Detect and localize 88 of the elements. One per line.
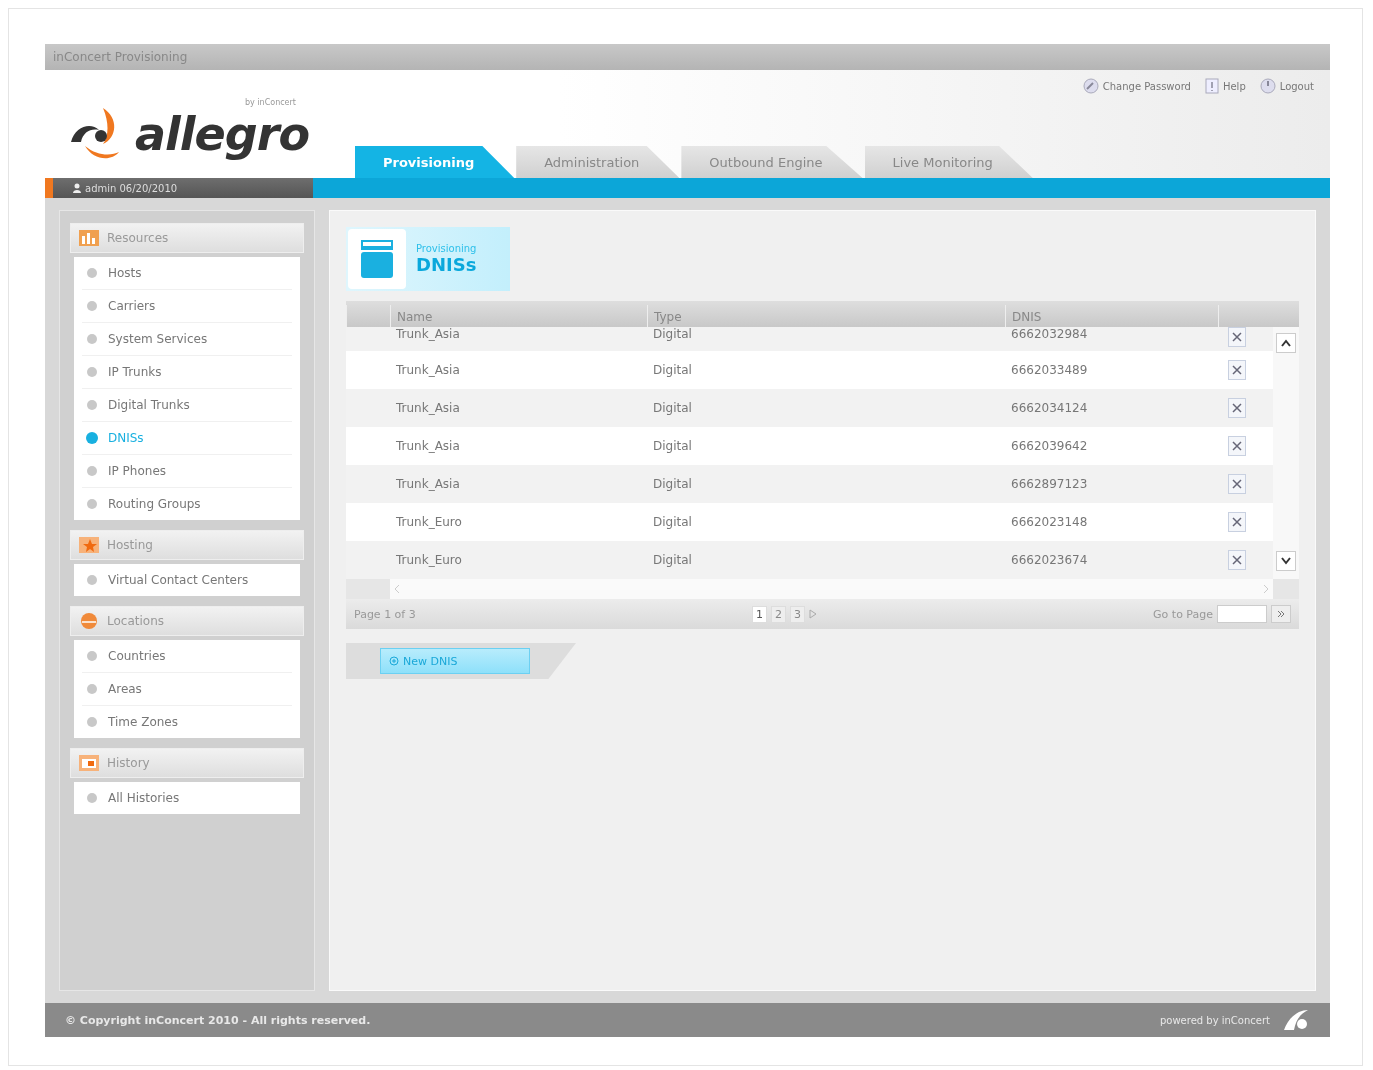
tab[interactable]: Outbound Engine: [681, 146, 863, 178]
scroll-down-button[interactable]: [1276, 551, 1296, 571]
close-icon: [1232, 479, 1242, 489]
scroll-up-button[interactable]: [1276, 333, 1296, 353]
table-cell-text: Digital: [652, 327, 693, 341]
plus-circle-icon: [389, 656, 399, 666]
copyright-text: © Copyright inConcert 2010 - All rights reserved.: [65, 1013, 371, 1027]
close-icon: [1232, 403, 1242, 413]
bar-chart-icon: [79, 230, 99, 246]
table-cell-text: Digital: [652, 515, 693, 529]
arrow-right-icon: [1277, 610, 1285, 618]
header-link[interactable]: Change Password: [1082, 78, 1191, 94]
section-label: Provisioning: [416, 243, 477, 254]
sidebar-group-title: Locations: [107, 614, 164, 628]
table-cell-text: 6662023674: [1010, 553, 1089, 567]
logo-byline: by inConcert: [245, 98, 296, 107]
close-icon: [1232, 441, 1242, 451]
sidebar-item[interactable]: Routing Groups: [82, 488, 292, 520]
close-icon: [1232, 555, 1242, 565]
page-link[interactable]: 1: [751, 605, 767, 623]
tab[interactable]: Live Monitoring: [864, 146, 1033, 178]
dot-icon: [86, 432, 98, 444]
table-cell-text: 6662034124: [1010, 401, 1089, 415]
page-input[interactable]: [1217, 605, 1267, 623]
delete-button[interactable]: [1228, 360, 1246, 380]
sidebar-item[interactable]: DNISs: [82, 422, 292, 455]
table-cell-text: Trunk_Euro: [395, 515, 463, 529]
sidebar-item[interactable]: IP Phones: [82, 455, 292, 488]
table-cell-text: 6662897123: [1010, 477, 1089, 491]
sidebar-item[interactable]: Time Zones: [82, 706, 292, 738]
header-link[interactable]: Logout: [1259, 78, 1314, 94]
user-icon: [73, 183, 81, 193]
folder-icon: [359, 238, 395, 280]
table-cell-text: Trunk_Asia: [395, 327, 461, 341]
close-icon: [1232, 332, 1242, 342]
sidebar-item[interactable]: System Services: [82, 323, 292, 356]
table-cell-text: 6662032984: [1010, 327, 1089, 341]
table-cell-text: 6662023148: [1010, 515, 1089, 529]
page-summary: Page 1 of 3: [354, 607, 416, 621]
sidebar-item[interactable]: IP Trunks: [82, 356, 292, 389]
table-cell-text: Trunk_Asia: [395, 477, 461, 491]
delete-button[interactable]: [1228, 436, 1246, 456]
delete-button[interactable]: [1228, 550, 1246, 570]
vertical-scrollbar[interactable]: [1273, 327, 1299, 579]
sidebar-item[interactable]: Countries: [82, 640, 292, 673]
table-cell-text: 6662039642: [1010, 439, 1089, 453]
chevron-left-icon: [394, 584, 400, 594]
sidebar-item[interactable]: Carriers: [82, 290, 292, 323]
table-cell-text: 6662033489: [1010, 363, 1089, 377]
chevron-up-icon: [1281, 339, 1291, 347]
sidebar-group-title: Hosting: [107, 538, 153, 552]
table-cell-text: Digital: [652, 553, 693, 567]
table-cell-text: Trunk_Euro: [395, 553, 463, 567]
power-icon: [1259, 78, 1276, 94]
table-cell-text: Digital: [652, 477, 693, 491]
page-link[interactable]: 3: [789, 605, 805, 623]
table-cell-text: Trunk_Asia: [395, 439, 461, 453]
table-cell-text: Trunk_Asia: [395, 401, 461, 415]
window-title: inConcert Provisioning: [45, 44, 1330, 70]
tab[interactable]: Administration: [516, 146, 680, 178]
delete-button[interactable]: [1228, 327, 1246, 347]
close-icon: [1232, 365, 1242, 375]
user-info: admin 06/20/2010: [85, 182, 178, 194]
go-button[interactable]: [1271, 605, 1291, 623]
page-link[interactable]: 2: [770, 605, 786, 623]
powered-by-text: powered by inConcert: [1159, 1014, 1270, 1026]
sidebar-item[interactable]: Areas: [82, 673, 292, 706]
close-icon: [1232, 517, 1242, 527]
sidebar-group-title: Resources: [107, 231, 169, 245]
chevron-down-icon: [1281, 557, 1291, 565]
table-cell-text: Digital: [652, 439, 693, 453]
page-title: DNISs: [416, 254, 477, 275]
sidebar-item[interactable]: Hosts: [82, 257, 292, 290]
chevron-right-icon: [1263, 584, 1269, 594]
sidebar-group-title: History: [107, 756, 150, 770]
help-icon: [1204, 78, 1219, 94]
delete-button[interactable]: [1228, 512, 1246, 532]
tab[interactable]: Provisioning: [355, 146, 515, 178]
logo-text: allegro: [135, 107, 309, 161]
sidebar-item[interactable]: Digital Trunks: [82, 389, 292, 422]
delete-button[interactable]: [1228, 398, 1246, 418]
horizontal-scrollbar[interactable]: [390, 579, 1273, 599]
table-cell-text: Digital: [652, 401, 693, 415]
header-link[interactable]: Help: [1204, 78, 1246, 94]
table-cell-text: Trunk_Asia: [395, 363, 461, 377]
goto-label: Go to Page: [1153, 607, 1213, 621]
table-cell-text: Digital: [652, 363, 693, 377]
delete-button[interactable]: [1228, 474, 1246, 494]
